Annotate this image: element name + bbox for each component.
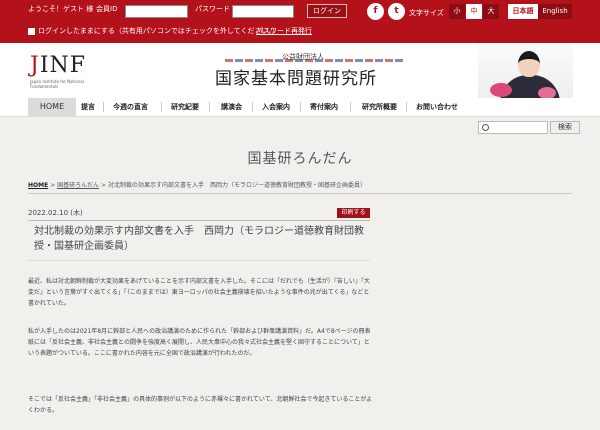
lang-english-button[interactable]: English [538, 4, 572, 19]
breadcrumb: HOME > 国基研ろんだん > 対北制裁の効果示す内部文書を入手 西岡力（モラ… [28, 182, 366, 189]
nav-about[interactable]: 研究所概要 [362, 98, 397, 116]
breadcrumb-home[interactable]: HOME [28, 182, 48, 189]
facebook-icon[interactable]: f [367, 3, 384, 20]
divider [28, 260, 370, 261]
main-nav: HOME 提言 今週の直言 研究紀要 講演会 入会案内 寄付案内 研究所概要 お… [0, 98, 600, 117]
breadcrumb-current: 対北制裁の効果示す内部文書を入手 西岡力（モラロジー道徳教育財団教授・国基研企画… [107, 182, 366, 189]
search-icon [482, 124, 489, 131]
password-label: パスワード [195, 5, 230, 13]
site-logo[interactable]: JINF [30, 53, 86, 78]
article-paragraph: 最近、私は対北朝鮮制裁が大変効果をあげていることを示す内部文書を入手した。そこに… [28, 278, 370, 307]
twitter-icon[interactable]: t [388, 3, 405, 20]
article-paragraph: そこでは「反社会主義」「非社会主義」の具体的事例が以下のように赤裸々に書かれてい… [28, 396, 373, 414]
remember-label: ログインしたままにする（共有用パソコンではチェックを外してください。） [38, 27, 279, 35]
org-type: 公益財団法人 [282, 53, 324, 61]
font-size-medium-button[interactable]: 中 [466, 4, 482, 19]
org-name: 国家基本問題研究所 [215, 69, 377, 89]
font-size-label: 文字サイズ [409, 9, 444, 17]
breadcrumb-category[interactable]: 国基研ろんだん [57, 182, 99, 189]
article-title: 対北制裁の効果示す内部文書を入手 西岡力（モラロジー道徳教育財団教授・国基研企画… [34, 226, 364, 252]
nav-home[interactable]: HOME [28, 98, 76, 116]
logo-subtitle: Japan Institute for National Fundamental… [30, 79, 84, 89]
nav-contact[interactable]: お問い合わせ [416, 98, 458, 116]
nav-donation[interactable]: 寄付案内 [310, 98, 338, 116]
nav-weekly[interactable]: 今週の直言 [113, 98, 148, 116]
login-button[interactable]: ログイン [307, 4, 347, 18]
member-id-label: 会員ID [96, 5, 118, 13]
divider [28, 220, 370, 221]
remember-login[interactable]: ログインしたままにする（共有用パソコンではチェックを外してください。） [28, 26, 279, 36]
article-paragraph: 私が入手したのは2021年8月に幹部と人民への政治講演のために作られた「幹部およ… [28, 328, 371, 357]
nav-lectures[interactable]: 講演会 [221, 98, 242, 116]
nav-proposals[interactable]: 提言 [81, 98, 95, 116]
font-size-small-button[interactable]: 小 [449, 4, 465, 19]
welcome-text: ようこそ！ゲスト 様 [28, 5, 94, 13]
section-title: 国基研ろんだん [247, 151, 353, 167]
article-date: 2022.02.10 (木) [28, 209, 83, 217]
divider [28, 193, 572, 194]
search-input[interactable] [478, 121, 548, 134]
nav-bulletin[interactable]: 研究紀要 [171, 98, 199, 116]
password-input[interactable] [232, 5, 294, 18]
member-id-input[interactable] [125, 5, 188, 18]
print-button[interactable]: 印刷する [337, 208, 370, 218]
remember-checkbox[interactable] [28, 27, 35, 35]
font-size-large-button[interactable]: 大 [483, 4, 499, 19]
search-button[interactable]: 検索 [550, 121, 580, 134]
nav-membership[interactable]: 入会案内 [262, 98, 290, 116]
lang-japanese-button[interactable]: 日本語 [508, 4, 538, 19]
password-reset-link[interactable]: パスワード再発行 [256, 26, 312, 36]
top-bar: ようこそ！ゲスト 様 会員ID パスワード ログイン f t 文字サイズ 小 中… [0, 0, 600, 43]
president-portrait [478, 43, 573, 98]
